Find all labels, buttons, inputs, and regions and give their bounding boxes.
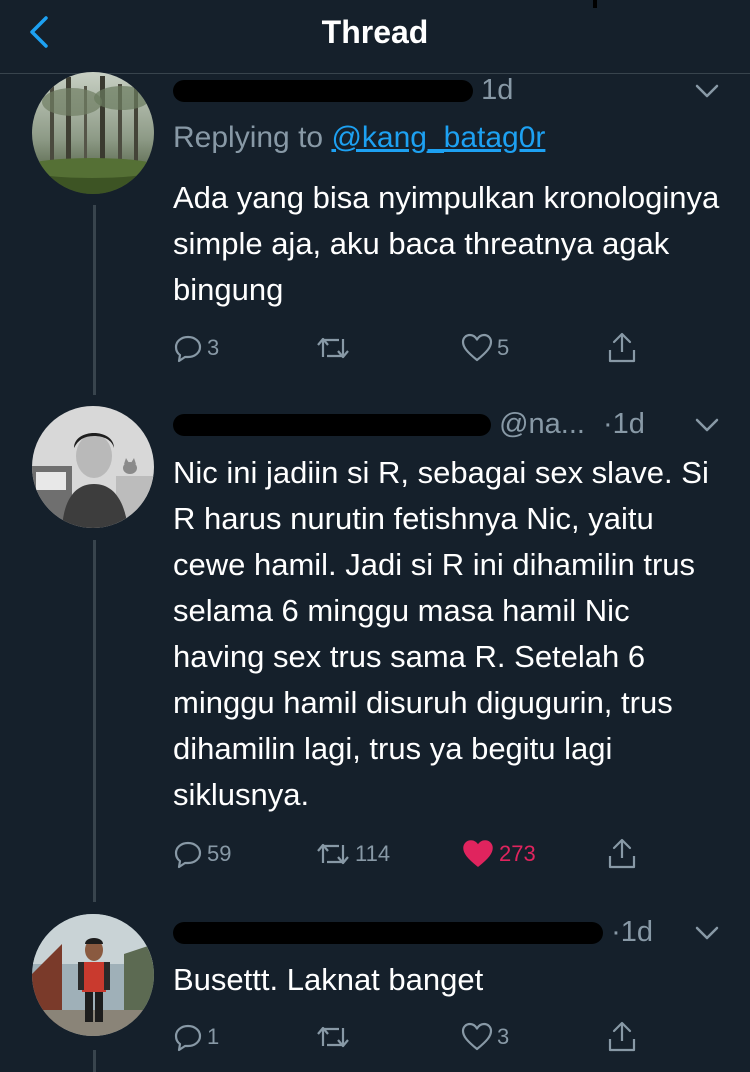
reply-count: 3 xyxy=(207,335,220,360)
retweet-count: 114 xyxy=(355,841,391,866)
tweet-text: Busettt. Laknat banget xyxy=(173,962,484,997)
reply-icon xyxy=(174,335,202,363)
tweet-time[interactable]: ·1d xyxy=(603,408,645,440)
avatar[interactable] xyxy=(32,406,154,528)
replying-label: Replying to xyxy=(173,121,324,154)
tweet-time[interactable]: ·1d xyxy=(611,916,653,948)
heart-filled-icon xyxy=(463,840,493,867)
share-icon xyxy=(608,1021,636,1052)
tweet-header: ·1d xyxy=(173,912,670,952)
like-count: 5 xyxy=(497,335,510,360)
share-icon xyxy=(608,332,636,363)
redacted-name xyxy=(173,922,603,945)
tweet-actions: 59 114 273 xyxy=(173,834,653,874)
top-bar: Thread xyxy=(0,0,750,74)
thread-line xyxy=(93,205,96,395)
chevron-down-icon[interactable] xyxy=(694,920,720,946)
reply-button[interactable]: 59 xyxy=(173,834,231,874)
heart-icon xyxy=(461,1022,493,1051)
divider-mark xyxy=(593,0,597,8)
page-title: Thread xyxy=(321,14,429,50)
tweet-actions: 1 3 xyxy=(173,1017,653,1057)
like-button[interactable]: 5 xyxy=(461,328,509,368)
tweet-header: 1d xyxy=(173,70,670,110)
reply-count: 1 xyxy=(207,1024,220,1049)
tweet-time[interactable]: 1d xyxy=(481,74,513,106)
like-button[interactable]: 3 xyxy=(461,1017,509,1057)
chevron-down-icon[interactable] xyxy=(694,412,720,438)
retweet-icon xyxy=(317,1026,349,1048)
avatar[interactable] xyxy=(32,914,154,1036)
like-button[interactable]: 273 xyxy=(461,834,536,874)
reply-button[interactable]: 3 xyxy=(173,328,219,368)
reply-count: 59 xyxy=(207,841,232,866)
like-count: 273 xyxy=(499,841,536,866)
reply-icon xyxy=(174,841,202,869)
retweet-button[interactable]: 114 xyxy=(315,834,390,874)
tweet-handle[interactable]: @na... xyxy=(499,408,585,440)
thread-line xyxy=(93,1050,96,1072)
share-button[interactable] xyxy=(607,834,637,874)
tweet-header: @na... ·1d xyxy=(173,404,670,444)
retweet-button[interactable] xyxy=(315,1017,355,1057)
share-button[interactable] xyxy=(607,328,637,368)
reply-button[interactable]: 1 xyxy=(173,1017,219,1057)
share-icon xyxy=(608,838,636,869)
mention-link[interactable]: @kang_batag0r xyxy=(331,121,545,154)
chevron-down-icon[interactable] xyxy=(694,78,720,104)
thread-line xyxy=(93,540,96,902)
tweet-actions: 3 5 xyxy=(173,328,653,368)
tweet-text: Ada yang bisa nyimpulkan kronologinya si… xyxy=(173,180,720,307)
redacted-name xyxy=(173,80,473,103)
tweet-text: Nic ini jadiin si R, sebagai sex slave. … xyxy=(173,455,709,812)
redacted-name xyxy=(173,414,491,437)
retweet-icon xyxy=(317,337,349,359)
replying-to: Replying to @kang_batag0r xyxy=(173,118,545,158)
heart-icon xyxy=(461,333,493,362)
like-count: 3 xyxy=(497,1024,510,1049)
reply-icon xyxy=(174,1024,202,1052)
share-button[interactable] xyxy=(607,1017,637,1057)
avatar[interactable] xyxy=(32,72,154,194)
retweet-icon xyxy=(317,843,349,865)
retweet-button[interactable] xyxy=(315,328,355,368)
